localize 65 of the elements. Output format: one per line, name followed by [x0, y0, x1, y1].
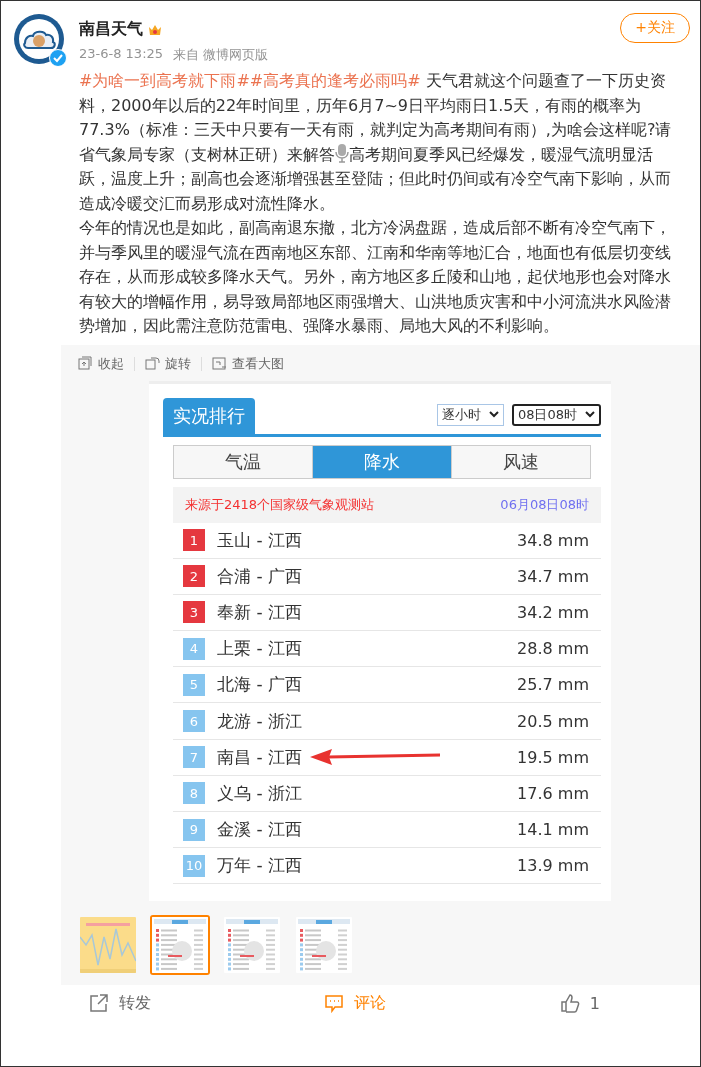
rank-badge: 2 — [183, 565, 205, 588]
rank-badge: 5 — [183, 673, 205, 696]
rank-badge: 6 — [183, 710, 205, 733]
thumbs-up-icon — [559, 993, 580, 1013]
verified-icon — [49, 49, 67, 67]
rank-badge: 4 — [183, 637, 205, 660]
station-name: 义乌 - 浙江 — [217, 781, 303, 805]
station-name: 玉山 - 江西 — [217, 528, 303, 552]
topic-link[interactable]: #高考真的逢考必雨吗# — [249, 71, 421, 90]
data-time: 06月08日08时 — [500, 495, 589, 514]
rank-badge: 9 — [183, 818, 205, 841]
chevron-icon — [585, 411, 595, 418]
action-button[interactable]: 转发 — [89, 992, 151, 1014]
author-name[interactable]: 南昌天气 — [79, 19, 143, 40]
category-tab[interactable]: 风速 — [452, 445, 590, 478]
rainfall-value: 14.1 mm — [517, 820, 590, 840]
enlarge-icon — [212, 356, 227, 371]
rainfall-value: 13.9 mm — [517, 856, 590, 876]
rainfall-value: 34.8 mm — [517, 530, 590, 550]
rank-badge: 3 — [183, 601, 205, 624]
toolbar-button[interactable]: 旋转 — [145, 354, 191, 373]
microphone-icon — [335, 142, 349, 163]
rank-badge: 8 — [183, 782, 205, 805]
comment-icon — [324, 993, 345, 1013]
category-tab[interactable]: 降水 — [313, 445, 452, 478]
share-icon — [89, 993, 109, 1013]
rainfall-value: 28.8 mm — [517, 639, 590, 659]
toolbar-button[interactable]: 查看大图 — [212, 354, 284, 373]
station-name: 北海 - 广西 — [217, 673, 303, 697]
avatar-logo[interactable] — [13, 13, 65, 65]
rainfall-value: 20.5 mm — [517, 711, 590, 731]
station-name: 合浦 - 广西 — [217, 564, 303, 588]
select-field[interactable]: 08日08时 — [511, 403, 601, 426]
thumbnail[interactable] — [222, 914, 282, 975]
post-paragraph: 今年的情况也是如此，副高南退东撤，北方冷涡盘踞，造成后部不断有冷空气南下，并与季风里的暖湿气流在西南地区东部、江南和华南等地汇合，地面也有低层切变线存在，从而形成较多降水天气。另外，南方地区多丘陵和山地，起伏地形也会对降水有较大的增幅作用，易导致局部地区雨强增大、山洪地质灾害和中小河流洪水风险潜势增加，因此需注意防范雷电、强降水暴雨、局地大风的不利影响。 — [79, 217, 672, 337]
post-paragraph: #为啥一到高考就下雨##高考真的逢考必雨吗# 天气君就这个问题查了一下历史资料，2000年以后的22年时间里，历年6月7~9日平均雨日1.5天，有雨的概率为77.3%（标准：三天中只要有一天有雨，就判定为高考期间有雨）,为啥会这样呢?请省气象局专家（支树林正研）来解答 高考期间夏季风已经爆发，暖湿气流明显活跃，温度上升；副高也会逐渐增强甚至登陆；但此时仍间或有冷空气南下影响，从而造成冷暖交汇而易形成对流性降水。 — [79, 70, 673, 215]
rank-badge: 7 — [183, 746, 205, 769]
post-time: 23-6-8 13:25 — [79, 46, 164, 63]
rank-badge: 10 — [183, 854, 205, 877]
rainfall-value: 25.7 mm — [517, 675, 590, 695]
station-name: 金溪 - 江西 — [217, 818, 303, 842]
data-source: 来源于2418个国家级气象观测站 — [185, 495, 375, 514]
topic-link[interactable]: #为啥一到高考就下雨# — [79, 71, 250, 90]
rainfall-value: 17.6 mm — [517, 783, 590, 803]
thumbnail[interactable] — [78, 914, 138, 975]
station-name: 奉新 - 江西 — [217, 600, 303, 624]
rainfall-value: 19.5 mm — [517, 747, 590, 767]
rainfall-value: 34.2 mm — [517, 602, 590, 622]
post-source: 来自 微博网页版 — [173, 46, 269, 64]
ranking-title: 实况排行 — [163, 397, 255, 434]
station-name: 龙游 - 浙江 — [217, 709, 303, 733]
chevron-icon — [488, 411, 499, 418]
station-name: 万年 - 江西 — [217, 854, 303, 878]
action-button[interactable]: 1 — [559, 992, 600, 1014]
station-name: 南昌 - 江西 — [217, 745, 303, 769]
rotate-icon — [145, 356, 160, 371]
collapse-icon — [78, 356, 93, 371]
select-field[interactable]: 逐小时 — [436, 403, 504, 426]
thumbnail[interactable] — [150, 914, 210, 975]
rainfall-value: 34.7 mm — [517, 566, 590, 586]
category-tab[interactable]: 气温 — [174, 445, 313, 478]
station-name: 上栗 - 江西 — [217, 637, 303, 661]
toolbar-button[interactable]: 收起 — [78, 354, 124, 373]
rank-badge: 1 — [183, 529, 205, 552]
thumbnail[interactable] — [294, 914, 354, 975]
